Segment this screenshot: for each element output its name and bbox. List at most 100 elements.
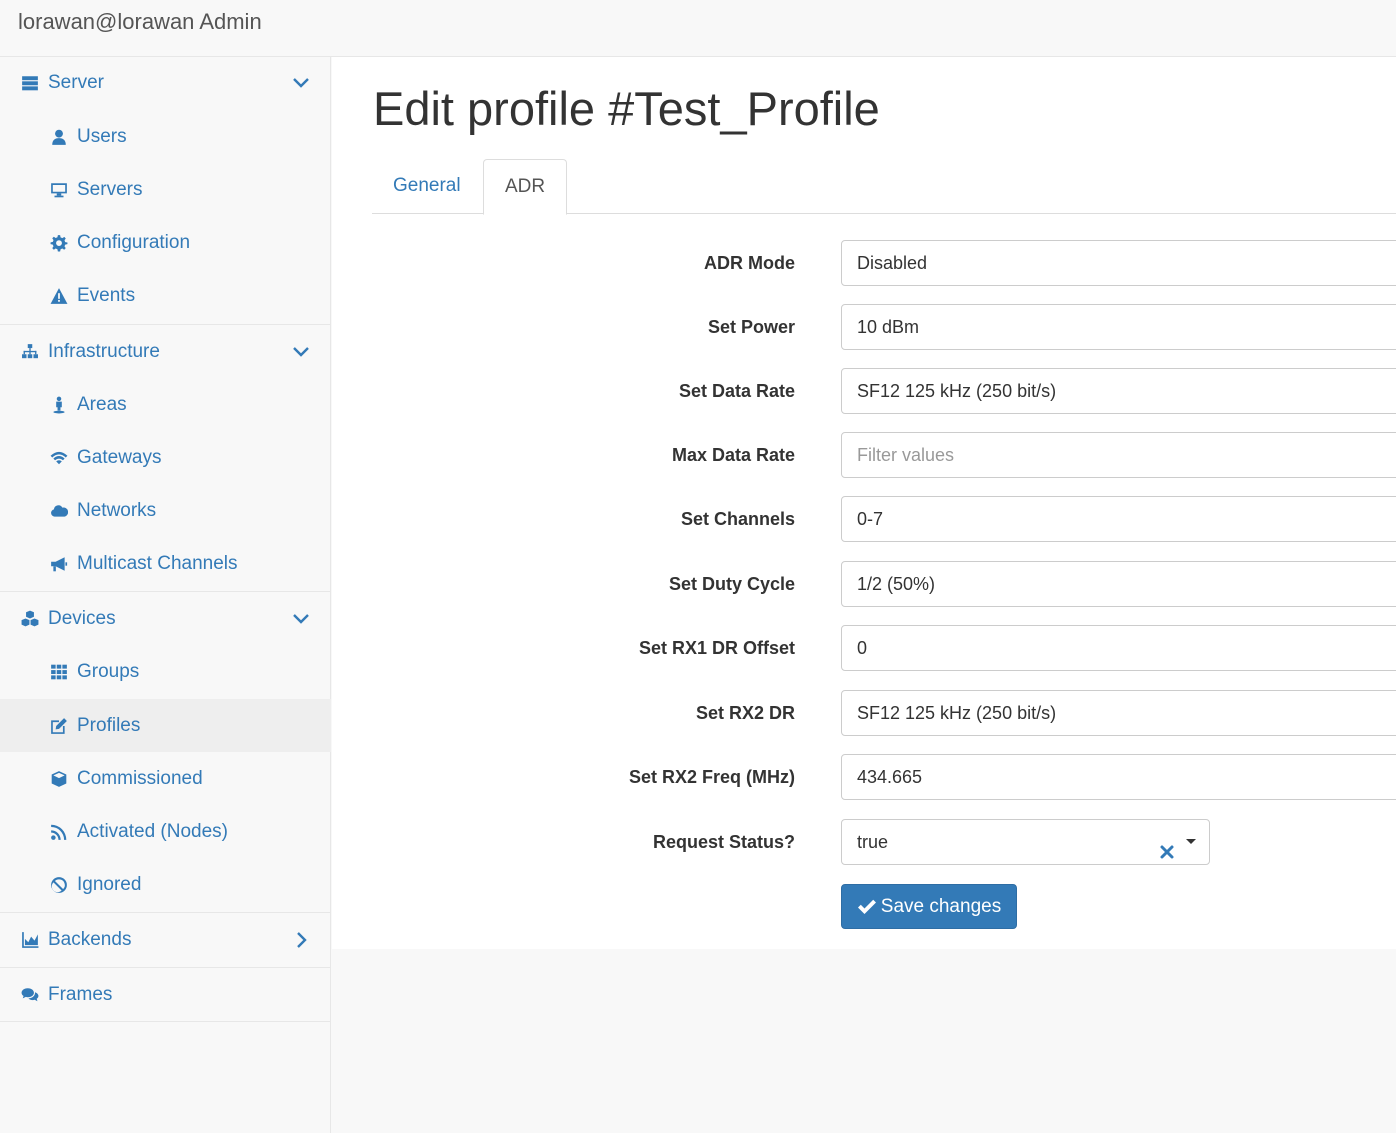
form-row-set-data-rate: Set Data Rate SF12 125 kHz (250 bit/s) bbox=[332, 368, 1396, 414]
sidebar-item-label: Devices bbox=[48, 607, 116, 629]
form-row-set-rx2-freq: Set RX2 Freq (MHz) 434.665 bbox=[332, 754, 1396, 800]
sidebar-item-label: Groups bbox=[77, 660, 140, 682]
sidebar-item-groups[interactable]: Groups bbox=[0, 645, 331, 698]
set-data-rate-label: Set Data Rate bbox=[678, 381, 795, 401]
sidebar: Server Users Servers Configuration Event… bbox=[0, 57, 331, 1133]
cube-icon bbox=[49, 769, 69, 789]
desktop-icon bbox=[49, 180, 69, 200]
edit-icon bbox=[49, 716, 69, 736]
sidebar-item-label: Events bbox=[77, 285, 136, 306]
top-navbar: lorawan@lorawan Admin bbox=[0, 0, 1396, 57]
sidebar-item-label: Commissioned bbox=[77, 767, 203, 789]
form-row-set-power: Set Power 10 dBm bbox=[332, 304, 1396, 350]
sidebar-item-multicast-channels[interactable]: Multicast Channels bbox=[0, 537, 331, 590]
sidebar-item-label: Ignored bbox=[77, 873, 142, 895]
user-icon bbox=[49, 127, 69, 147]
server-icon bbox=[20, 73, 40, 93]
set-rx2-freq-input[interactable]: 434.665 bbox=[841, 754, 1396, 800]
set-data-rate-select[interactable]: SF12 125 kHz (250 bit/s) bbox=[841, 368, 1396, 414]
gear-icon bbox=[49, 233, 69, 253]
sidebar-item-label: Multicast Channels bbox=[77, 552, 238, 574]
max-data-rate-label: Max Data Rate bbox=[671, 445, 795, 465]
chevron-down-icon[interactable] bbox=[291, 609, 311, 629]
sidebar-item-label: Servers bbox=[77, 178, 143, 200]
caret-down-icon[interactable] bbox=[1186, 839, 1196, 844]
request-status-label: Request Status? bbox=[652, 832, 795, 852]
adr-mode-select[interactable]: Disabled bbox=[841, 240, 1396, 286]
sidebar-item-profiles[interactable]: Profiles bbox=[0, 699, 331, 752]
area-chart-icon bbox=[20, 930, 40, 950]
sidebar-item-infrastructure[interactable]: Infrastructure bbox=[0, 325, 331, 378]
set-rx2-dr-select[interactable]: SF12 125 kHz (250 bit/s) bbox=[841, 690, 1396, 736]
sidebar-item-activated-nodes[interactable]: Activated (Nodes) bbox=[0, 805, 331, 858]
form-row-set-rx2-dr: Set RX2 DR SF12 125 kHz (250 bit/s) bbox=[332, 690, 1396, 736]
sidebar-item-label: Gateways bbox=[77, 446, 162, 468]
set-rx2-dr-label: Set RX2 DR bbox=[695, 703, 795, 723]
check-icon bbox=[857, 899, 876, 914]
set-duty-cycle-select[interactable]: 1/2 (50%) bbox=[841, 561, 1396, 607]
max-data-rate-input[interactable]: Filter values bbox=[841, 432, 1396, 478]
chevron-down-icon[interactable] bbox=[291, 73, 311, 93]
sidebar-item-label: Server bbox=[48, 72, 104, 93]
sidebar-item-gateways[interactable]: Gateways bbox=[0, 431, 331, 484]
brand-title[interactable]: lorawan@lorawan Admin bbox=[18, 9, 262, 35]
tab-bar: General ADR bbox=[372, 159, 1396, 215]
street-view-icon bbox=[49, 395, 69, 415]
clear-icon[interactable] bbox=[1159, 833, 1175, 859]
sidebar-item-users[interactable]: Users bbox=[0, 110, 331, 163]
sidebar-item-label: Areas bbox=[77, 393, 127, 415]
chevron-right-icon[interactable] bbox=[291, 930, 311, 950]
form-row-request-status: Request Status? true bbox=[332, 819, 1396, 865]
sidebar-item-events[interactable]: Events bbox=[0, 269, 331, 323]
rss-icon bbox=[49, 822, 69, 842]
form-row-max-data-rate: Max Data Rate Filter values bbox=[332, 432, 1396, 478]
sidebar-item-label: Frames bbox=[48, 983, 113, 1005]
save-changes-label: Save changes bbox=[880, 895, 1002, 917]
sidebar-item-areas[interactable]: Areas bbox=[0, 378, 331, 431]
adr-mode-label: ADR Mode bbox=[704, 253, 795, 273]
bullhorn-icon bbox=[49, 554, 69, 574]
request-status-value: true bbox=[857, 832, 889, 852]
sidebar-item-networks[interactable]: Networks bbox=[0, 484, 331, 537]
sidebar-item-devices[interactable]: Devices bbox=[0, 592, 331, 645]
form-row-set-rx1-dr-offset: Set RX1 DR Offset 0 bbox=[332, 625, 1396, 671]
sidebar-item-label: Networks bbox=[77, 499, 157, 521]
sidebar-item-servers[interactable]: Servers bbox=[0, 163, 331, 216]
sidebar-item-ignored[interactable]: Ignored bbox=[0, 858, 331, 911]
main-content: Edit profile #Test_Profile General ADR A… bbox=[332, 57, 1396, 949]
sidebar-item-server[interactable]: Server bbox=[0, 57, 331, 109]
set-power-select[interactable]: 10 dBm bbox=[841, 304, 1396, 350]
sidebar-item-configuration[interactable]: Configuration bbox=[0, 216, 331, 269]
save-changes-button[interactable]: Save changes bbox=[841, 884, 1017, 929]
chevron-down-icon[interactable] bbox=[291, 342, 311, 362]
cubes-icon bbox=[20, 609, 40, 629]
sidebar-item-label: Users bbox=[77, 125, 127, 147]
wifi-icon bbox=[49, 448, 69, 468]
set-channels-label: Set Channels bbox=[680, 509, 795, 529]
request-status-select[interactable]: true bbox=[841, 819, 1210, 865]
page-title: Edit profile #Test_Profile bbox=[373, 82, 880, 135]
set-rx1-dr-offset-input[interactable]: 0 bbox=[841, 625, 1396, 671]
form-row-set-duty-cycle: Set Duty Cycle 1/2 (50%) bbox=[332, 561, 1396, 607]
sidebar-item-frames[interactable]: Frames bbox=[0, 968, 331, 1021]
sidebar-item-label: Profiles bbox=[77, 714, 141, 736]
cloud-icon bbox=[49, 501, 69, 521]
set-power-label: Set Power bbox=[707, 317, 795, 337]
sidebar-item-label: Backends bbox=[48, 928, 132, 950]
sidebar-item-backends[interactable]: Backends bbox=[0, 913, 331, 966]
set-rx2-freq-label: Set RX2 Freq (MHz) bbox=[628, 767, 795, 787]
sidebar-item-commissioned[interactable]: Commissioned bbox=[0, 752, 331, 805]
grid-icon bbox=[49, 662, 69, 682]
sidebar-divider bbox=[0, 1021, 331, 1022]
sitemap-icon bbox=[20, 342, 40, 362]
sidebar-item-label: Infrastructure bbox=[48, 340, 160, 362]
set-channels-input[interactable]: 0-7 bbox=[841, 496, 1396, 542]
tab-general[interactable]: General bbox=[372, 159, 482, 214]
tab-adr[interactable]: ADR bbox=[483, 159, 568, 215]
form-row-adr-mode: ADR Mode Disabled bbox=[332, 240, 1396, 286]
ban-icon bbox=[49, 875, 69, 895]
form-row-set-channels: Set Channels 0-7 bbox=[332, 496, 1396, 542]
set-rx1-dr-offset-label: Set RX1 DR Offset bbox=[638, 638, 795, 658]
warning-icon bbox=[49, 286, 69, 306]
comments-icon bbox=[20, 985, 40, 1005]
